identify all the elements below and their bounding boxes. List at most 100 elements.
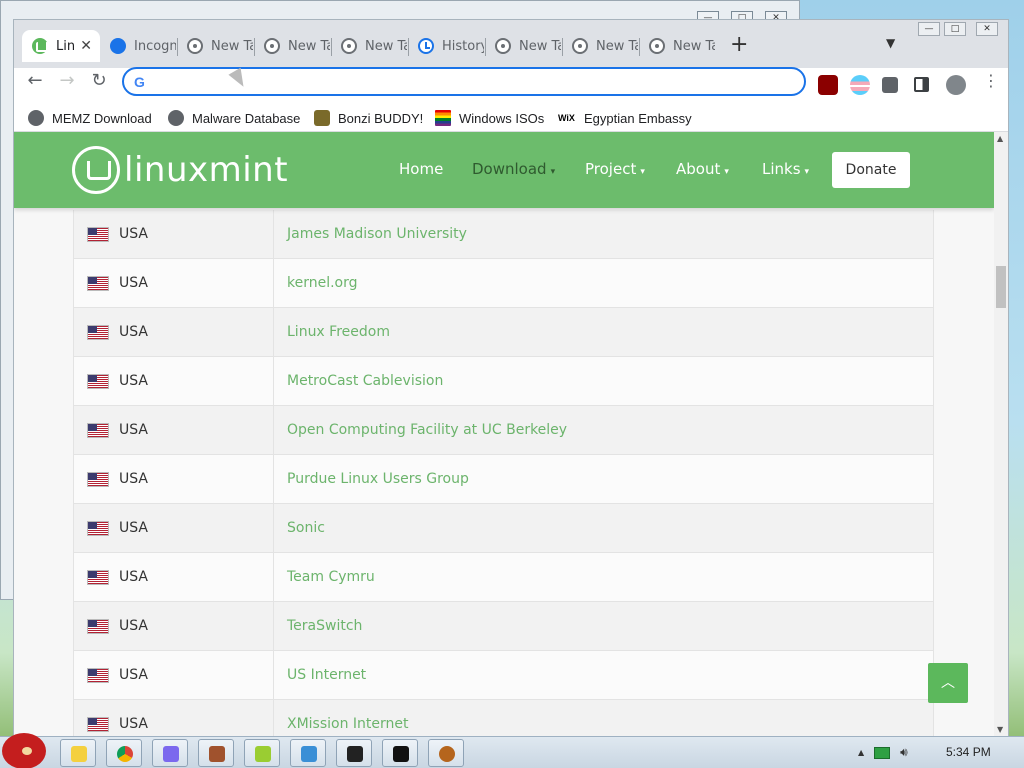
table-row: USA Purdue Linux Users Group [73,455,934,504]
new-tab-button[interactable]: + [730,34,748,56]
mirror-link[interactable]: kernel.org [287,259,358,307]
nav-about[interactable]: About ▾ [676,160,729,178]
tab-new-tab[interactable]: New Tab [485,30,562,62]
mirror-link[interactable]: Open Computing Facility at UC Berkeley [287,406,567,454]
window-minimize-button[interactable]: — [918,22,940,36]
nav-project[interactable]: Project ▾ [585,160,645,178]
tab-new-tab[interactable]: New Tab [331,30,408,62]
table-row: USA MetroCast Cablevision [73,357,934,406]
mirror-table: USA James Madison University USA kernel.or… [73,210,934,736]
bonzi-icon [314,110,330,126]
kebab-menu-icon[interactable]: ⋮ [978,68,1004,94]
scroll-up-arrow-icon[interactable]: ▲ [997,134,1003,143]
table-row: USA kernel.org [73,259,934,308]
start-button-angry-bird-icon[interactable] [2,733,46,768]
donate-button[interactable]: Donate [832,152,910,188]
extensions-puzzle-icon[interactable] [882,77,898,93]
trans-flag-extension-icon[interactable] [850,75,870,95]
taskbar-control-panel[interactable] [152,739,188,767]
page-scrollbar[interactable]: ▲ ▼ [994,132,1008,736]
rainbow-flag-icon [435,110,451,126]
taskbar-paint[interactable] [60,739,96,767]
clock[interactable]: 5:34 PM [946,745,991,759]
table-row: USA Open Computing Facility at UC Berkele… [73,406,934,455]
system-tray: ▲ 🔊︎ [858,745,908,760]
bookmark-windows-isos[interactable]: Windows ISOs [435,110,544,126]
scrollbar-thumb[interactable] [996,266,1006,308]
tab-history[interactable]: History [408,30,485,62]
tab-incognito[interactable]: Incognito [100,30,176,62]
forward-arrow-icon[interactable]: → [54,68,80,94]
mirror-link[interactable]: MetroCast Cablevision [287,357,443,405]
taskbar-chrome[interactable] [106,739,142,767]
volume-icon[interactable]: 🔊︎ [900,745,908,760]
address-bar[interactable]: G [122,67,806,96]
us-flag-icon [87,618,109,634]
ublock-origin-icon[interactable] [818,75,838,95]
window-close-button[interactable]: ✕ [976,22,998,36]
us-flag-icon [87,226,109,242]
mirror-link[interactable]: TeraSwitch [287,602,362,650]
us-flag-icon [87,275,109,291]
window-maximize-button[interactable]: □ [944,22,966,36]
nav-download[interactable]: Download ▾ [472,160,555,178]
globe-icon [28,110,44,126]
tab-linuxmint[interactable]: Linux Mint ✕ [22,30,100,62]
tab-new-tab[interactable]: New Tab [562,30,639,62]
profile-avatar-icon[interactable] [946,75,966,95]
mirror-link[interactable]: Team Cymru [287,553,375,601]
bookmark-bonzi-buddy[interactable]: Bonzi BUDDY! [314,110,423,126]
mirror-link[interactable]: James Madison University [287,210,467,258]
taskbar-terminal[interactable] [382,739,418,767]
site-header: linuxmint Home Download ▾ Project ▾ About ▾… [14,132,994,208]
reload-icon[interactable]: ↻ [86,68,112,94]
chrome-icon [341,38,357,54]
mirror-link[interactable]: Linux Freedom [287,308,390,356]
bookmark-malware-database[interactable]: Malware Database [168,110,300,126]
taskbar-media-player[interactable] [290,739,326,767]
chrome-icon [649,38,665,54]
table-row: USA Sonic [73,504,934,553]
mirror-link[interactable]: US Internet [287,651,366,699]
close-tab-icon[interactable]: ✕ [80,38,92,54]
tab-search-chevron-icon[interactable]: ▼ [886,36,895,50]
terminal-icon [393,746,409,762]
taskbar-7zip[interactable] [336,739,372,767]
network-icon[interactable] [874,746,891,759]
chevron-down-icon: ▾ [550,167,556,177]
tab-new-tab[interactable]: New Tab [177,30,254,62]
nav-links[interactable]: Links ▾ [762,160,809,178]
back-arrow-icon[interactable]: ← [22,68,48,94]
us-flag-icon [87,373,109,389]
chevron-down-icon: ▾ [724,167,729,177]
page-viewport: linuxmint Home Download ▾ Project ▾ About ▾… [14,132,994,736]
history-icon [418,38,434,54]
mirror-link[interactable]: Purdue Linux Users Group [287,455,469,503]
mirror-link[interactable]: Sonic [287,504,325,552]
taskbar-browser[interactable] [428,739,464,767]
back-to-top-button[interactable]: ︿ [928,663,968,703]
google-g-icon: G [134,74,145,90]
tab-new-tab[interactable]: New Tab [639,30,716,62]
linuxmint-logo[interactable]: linuxmint [72,146,288,194]
taskbar: ▲ 🔊︎ 5:34 PM [0,733,1024,768]
bookmarks-bar: MEMZ Download Malware Database Bonzi BUD… [14,106,1008,132]
browser-window: — □ ✕ Linux Mint ✕ Incognito New Tab New… [14,20,1008,736]
bookmark-memz-download[interactable]: MEMZ Download [28,110,152,126]
files-icon [255,746,271,762]
nav-home[interactable]: Home [399,160,443,178]
table-row: USA XMission Internet [73,700,934,736]
bookmark-egyptian-embassy[interactable]: WiX Egyptian Embassy [558,110,692,126]
mirror-link[interactable]: XMission Internet [287,700,409,736]
scroll-down-arrow-icon[interactable]: ▼ [997,725,1003,734]
7zip-icon [347,746,363,762]
taskbar-tools[interactable] [198,739,234,767]
table-row: USA Team Cymru [73,553,934,602]
table-row: USA James Madison University [73,210,934,259]
tab-new-tab[interactable]: New Tab [254,30,331,62]
taskbar-files[interactable] [244,739,280,767]
us-flag-icon [87,667,109,683]
show-hidden-icons-icon[interactable]: ▲ [858,748,864,757]
chrome-icon [117,746,133,762]
side-panel-icon[interactable] [914,77,929,92]
